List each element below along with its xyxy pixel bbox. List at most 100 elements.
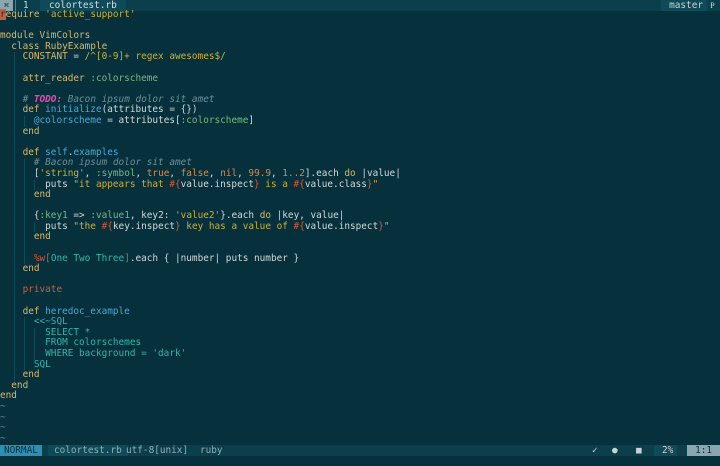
number: 99.9 bbox=[248, 167, 271, 179]
instance-variable: @colorscheme bbox=[0, 114, 102, 126]
comment: Bacon ipsum dolor sit amet bbox=[62, 93, 215, 105]
expression: }.each bbox=[220, 210, 260, 222]
boolean: false bbox=[180, 167, 209, 179]
code-line[interactable]: CONSTANT = /^[0-9]+ regex awesomes$/ bbox=[0, 52, 720, 63]
keyword-require: equire bbox=[5, 9, 46, 20]
module-name: VimColors bbox=[39, 30, 91, 42]
constant: CONSTANT bbox=[0, 51, 68, 63]
comment: # bbox=[0, 93, 34, 105]
code-line[interactable]: end bbox=[0, 391, 720, 402]
indent-guide bbox=[14, 52, 15, 63]
expression: .each { |number| puts number } bbox=[129, 252, 300, 264]
symbol: :symbol bbox=[95, 167, 136, 179]
code-line[interactable]: private bbox=[0, 284, 720, 297]
interpolation: #{ bbox=[101, 220, 113, 232]
method-name: examples bbox=[73, 146, 119, 158]
block-params: |value| bbox=[355, 167, 401, 179]
code-line[interactable]: end bbox=[0, 379, 720, 392]
interpolation: #{ bbox=[169, 178, 181, 190]
comma: , bbox=[271, 167, 283, 179]
status-encoding: utf-8[unix] bbox=[126, 445, 189, 456]
cursor-position: 1:1 bbox=[687, 445, 720, 456]
string-literal: " bbox=[383, 220, 390, 232]
comma: , bbox=[169, 167, 181, 179]
code-line[interactable] bbox=[0, 21, 720, 32]
code-line[interactable]: def heredoc_example bbox=[0, 306, 720, 318]
expression: value.inspect bbox=[180, 178, 254, 190]
symbol: :colorscheme bbox=[84, 72, 159, 84]
keyword-private: private bbox=[0, 284, 63, 296]
expression: = attributes[ bbox=[101, 114, 181, 126]
comment: # Bacon ipsum dolor sit amet bbox=[0, 157, 192, 169]
check-icon: ✓ bbox=[592, 445, 598, 456]
indent-guide bbox=[14, 232, 15, 244]
code-line[interactable]: @colorscheme = attributes[:colorscheme] bbox=[0, 114, 720, 127]
code-line[interactable]: WHERE background = 'dark' bbox=[0, 348, 720, 360]
string-literal: " bbox=[372, 178, 379, 190]
square-icon: ■ bbox=[636, 445, 642, 456]
symbol: :key1 bbox=[39, 210, 68, 222]
heredoc-open: <<~SQL bbox=[0, 316, 68, 328]
statusline: NORMAL colortest.rb utf-8[unix] ruby ✓ ●… bbox=[0, 445, 720, 456]
status-filetype: ruby bbox=[200, 445, 223, 456]
code-line[interactable]: SQL bbox=[0, 359, 720, 371]
keyword-do: do bbox=[344, 167, 356, 179]
code-line[interactable]: end bbox=[0, 125, 720, 138]
code-line[interactable]: end bbox=[0, 369, 720, 381]
hash-rocket: => bbox=[67, 210, 91, 222]
string-literal: 'value2' bbox=[175, 210, 221, 222]
code-line[interactable]: module VimColors bbox=[0, 30, 720, 42]
expression: value.inspect bbox=[304, 220, 379, 232]
keyword-end: end bbox=[0, 369, 40, 381]
expression: key.inspect bbox=[112, 220, 175, 232]
interpolation: #{ bbox=[293, 220, 305, 232]
code-line[interactable] bbox=[0, 274, 720, 286]
symbol: :value1 bbox=[90, 210, 130, 222]
code-line[interactable]: end bbox=[0, 189, 720, 201]
keyword-end: end bbox=[0, 379, 29, 391]
code-line[interactable]: puts "the #{key.inspect} key has a value… bbox=[0, 220, 720, 233]
string-literal: is a bbox=[259, 178, 294, 190]
indent-guide bbox=[24, 190, 25, 201]
code-line[interactable]: attr_reader :colorscheme bbox=[0, 72, 720, 85]
bracket: [ bbox=[0, 167, 40, 179]
class-name: RubyExample bbox=[45, 40, 108, 52]
hash-key: key2: bbox=[141, 210, 170, 222]
code-line[interactable]: end bbox=[0, 232, 720, 244]
method-call: puts bbox=[0, 178, 74, 190]
keyword: module bbox=[0, 30, 40, 42]
empty-buffer-line: ~ bbox=[0, 432, 6, 444]
keyword-end: end bbox=[0, 125, 40, 137]
keyword-def: def bbox=[0, 104, 46, 116]
indent-guide bbox=[14, 285, 15, 297]
comma: , bbox=[208, 167, 221, 179]
empty-buffer-line: ~ bbox=[0, 411, 6, 423]
code-line[interactable]: puts "it appears that #{value.inspect} i… bbox=[0, 178, 720, 191]
indent-guide bbox=[14, 190, 15, 201]
string-literal: "it appears that bbox=[73, 178, 170, 190]
block-params: |key, value| bbox=[271, 210, 345, 222]
status-filename: colortest.rb bbox=[48, 445, 128, 456]
interpolation: #{ bbox=[293, 178, 305, 190]
symbol: :colorscheme bbox=[180, 114, 249, 126]
empty-buffer-line: ~ bbox=[0, 422, 6, 434]
scroll-percent: 2% bbox=[654, 445, 678, 456]
indent-guide bbox=[14, 73, 15, 85]
regex-literal: /^[0-9]+ regex awesomes$/ bbox=[84, 51, 226, 63]
keyword-end: end bbox=[0, 263, 40, 275]
code-editor[interactable]: require 'active_support' module VimColor… bbox=[0, 9, 720, 444]
code-line[interactable]: end bbox=[0, 263, 720, 275]
keyword-def: def bbox=[0, 146, 46, 158]
word-array-content: One Two Three bbox=[50, 252, 125, 264]
code-line[interactable]: <<~SQL bbox=[0, 316, 720, 328]
expression: value.class bbox=[304, 178, 367, 190]
keyword-end: end bbox=[0, 189, 51, 201]
heredoc-body: FROM colorschemes bbox=[0, 337, 142, 349]
self-keyword: self bbox=[45, 146, 68, 158]
comma: , bbox=[84, 167, 96, 179]
code-line[interactable]: %w[One Two Three].each { |number| puts n… bbox=[0, 252, 720, 265]
indent-guide bbox=[14, 126, 15, 138]
mode-indicator: NORMAL bbox=[0, 445, 42, 456]
code-line[interactable]: require 'active_support' bbox=[0, 9, 720, 21]
string-literal: "the bbox=[73, 220, 102, 232]
